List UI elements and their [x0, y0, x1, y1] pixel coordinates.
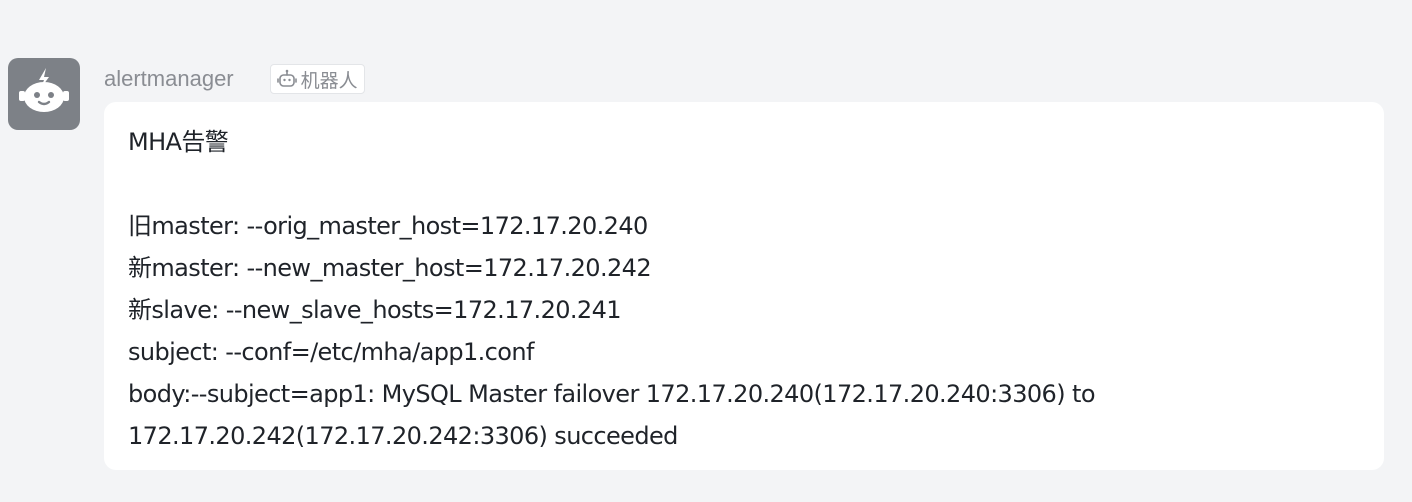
- message-title: MHA告警: [128, 128, 229, 156]
- sender-name[interactable]: alertmanager: [104, 62, 234, 96]
- message-line-old-master: 旧master: --orig_master_host=172.17.20.24…: [128, 212, 648, 240]
- message-bubble[interactable]: MHA告警 旧master: --orig_master_host=172.17…: [104, 102, 1384, 470]
- message-line-body: body:--subject=app1: MySQL Master failov…: [128, 380, 1096, 408]
- message-line-new-master: 新master: --new_master_host=172.17.20.242: [128, 254, 652, 282]
- bot-badge-label: 机器人: [300, 69, 358, 92]
- avatar[interactable]: [8, 58, 80, 130]
- message-line-body-continued: 172.17.20.242(172.17.20.242:3306) succee…: [128, 422, 678, 450]
- message-line-subject: subject: --conf=/etc/mha/app1.conf: [128, 338, 534, 366]
- robot-outline-icon: [276, 69, 297, 87]
- message-line-new-slave: 新slave: --new_slave_hosts=172.17.20.241: [128, 296, 622, 324]
- bot-badge: 机器人: [269, 64, 365, 94]
- sender-line: alertmanager 机器人: [104, 62, 365, 96]
- robot-icon: [19, 68, 69, 112]
